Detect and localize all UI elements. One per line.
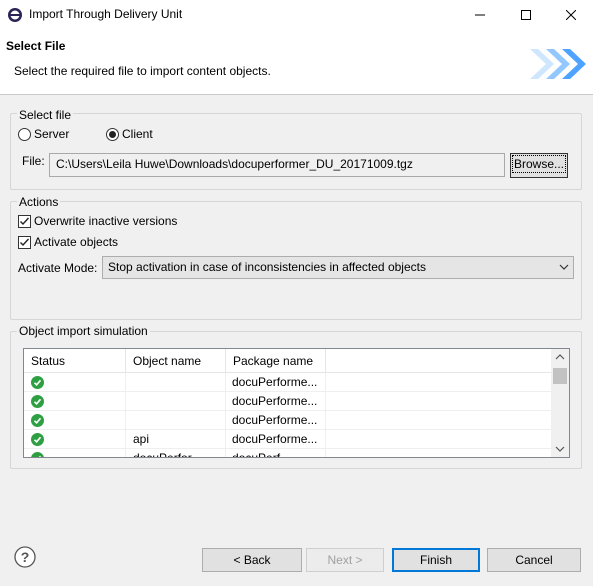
cancel-button[interactable]: Cancel	[487, 548, 581, 572]
activate-objects-checkbox[interactable]	[18, 236, 31, 249]
close-button[interactable]	[549, 0, 593, 29]
file-label: File:	[22, 154, 45, 168]
simulation-table[interactable]: Status Object name Package name docuPerf…	[23, 348, 570, 458]
server-radio[interactable]	[18, 128, 31, 141]
column-header-status[interactable]: Status	[24, 349, 126, 373]
browse-button[interactable]: Browse...	[510, 153, 568, 178]
success-check-icon	[31, 452, 44, 457]
overwrite-checkbox[interactable]	[18, 215, 31, 228]
package-name-cell: docuPerforme...	[226, 373, 326, 392]
select-file-group	[10, 113, 582, 190]
eclipse-app-icon	[8, 8, 22, 22]
column-header-package-name[interactable]: Package name	[226, 349, 326, 373]
checkmark-icon	[20, 238, 30, 247]
next-button[interactable]: Next >	[306, 548, 384, 572]
scroll-up-arrow-icon[interactable]	[551, 349, 569, 366]
table-row[interactable]: docuPerfor... docuPerf...	[24, 449, 551, 457]
chevron-down-icon	[559, 264, 569, 270]
status-cell	[24, 392, 126, 411]
title-bar: Import Through Delivery Unit	[0, 0, 593, 29]
back-button[interactable]: < Back	[202, 548, 302, 572]
package-name-cell: docuPerforme...	[226, 392, 326, 411]
vertical-scrollbar[interactable]	[551, 349, 569, 457]
page-description: Select the required file to import conte…	[14, 64, 271, 78]
checkmark-icon	[20, 217, 30, 226]
maximize-icon	[521, 9, 531, 20]
maximize-button[interactable]	[503, 0, 549, 29]
object-name-cell	[126, 392, 226, 411]
status-cell	[24, 449, 126, 457]
activate-mode-label: Activate Mode:	[18, 261, 98, 275]
object-name-cell: docuPerfor...	[126, 449, 226, 457]
page-title: Select File	[6, 39, 66, 53]
server-radio-label[interactable]: Server	[34, 127, 69, 141]
object-name-cell	[126, 373, 226, 392]
client-radio-label[interactable]: Client	[122, 127, 153, 141]
close-icon	[566, 9, 576, 20]
svg-text:?: ?	[21, 549, 30, 565]
window-title: Import Through Delivery Unit	[29, 7, 183, 21]
object-name-cell: api	[126, 430, 226, 449]
status-cell	[24, 411, 126, 430]
table-row[interactable]: docuPerforme...	[24, 392, 551, 411]
minimize-icon	[475, 14, 485, 15]
object-name-cell	[126, 411, 226, 430]
client-radio[interactable]	[106, 128, 119, 141]
package-name-cell: docuPerf...	[226, 449, 326, 457]
wizard-header: Select File Select the required file to …	[0, 29, 593, 95]
activate-mode-value: Stop activation in case of inconsistenci…	[108, 260, 426, 274]
status-cell	[24, 373, 126, 392]
finish-button[interactable]: Finish	[392, 548, 480, 572]
activate-objects-checkbox-label[interactable]: Activate objects	[34, 235, 118, 249]
success-check-icon	[31, 414, 44, 427]
scrollbar-thumb[interactable]	[553, 368, 567, 384]
success-check-icon	[31, 376, 44, 389]
actions-group-label: Actions	[17, 195, 61, 209]
scroll-down-arrow-icon[interactable]	[551, 440, 569, 457]
help-icon[interactable]: ?	[14, 546, 36, 568]
select-file-group-label: Select file	[17, 108, 74, 122]
package-name-cell: docuPerforme...	[226, 430, 326, 449]
column-header-object-name[interactable]: Object name	[126, 349, 226, 373]
table-row[interactable]: docuPerforme...	[24, 373, 551, 392]
activate-mode-select[interactable]: Stop activation in case of inconsistenci…	[102, 256, 574, 279]
import-simulation-group-label: Object import simulation	[17, 324, 150, 338]
success-check-icon	[31, 433, 44, 446]
success-check-icon	[31, 395, 44, 408]
table-header: Status Object name Package name	[24, 349, 551, 373]
package-name-cell: docuPerforme...	[226, 411, 326, 430]
browse-button-label: Browse...	[511, 155, 567, 173]
file-path-field[interactable]: C:\Users\Leila Huwe\Downloads\docuperfor…	[49, 153, 505, 177]
overwrite-checkbox-label[interactable]: Overwrite inactive versions	[34, 214, 177, 228]
wizard-arrows-icon	[530, 49, 586, 79]
table-row[interactable]: docuPerforme...	[24, 411, 551, 430]
status-cell	[24, 430, 126, 449]
minimize-button[interactable]	[457, 0, 503, 29]
table-row[interactable]: api docuPerforme...	[24, 430, 551, 449]
